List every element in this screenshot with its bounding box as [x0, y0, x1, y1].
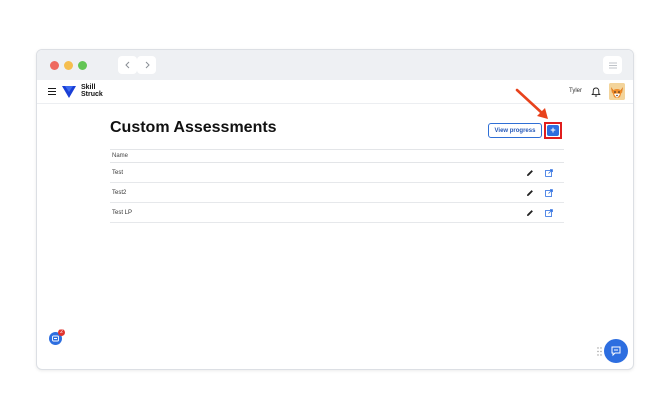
- pencil-icon[interactable]: [526, 169, 534, 177]
- logo-line1: Skill: [81, 84, 96, 91]
- row-name[interactable]: Test2: [112, 190, 126, 196]
- skillstruck-logo-icon: [62, 86, 76, 98]
- back-button[interactable]: [118, 56, 137, 74]
- row-name[interactable]: Test: [112, 170, 123, 176]
- table-row[interactable]: Test: [110, 163, 564, 183]
- browser-menu-button[interactable]: [603, 56, 622, 74]
- table-header-name: Name: [110, 149, 564, 163]
- row-name[interactable]: Test LP: [112, 210, 132, 216]
- chat-button[interactable]: [604, 339, 628, 363]
- avatar[interactable]: [609, 83, 625, 100]
- chevron-left-icon: [124, 61, 129, 69]
- user-name[interactable]: Tyler: [569, 88, 582, 94]
- pencil-icon[interactable]: [526, 189, 534, 197]
- add-button-highlight: +: [544, 122, 562, 139]
- minimize-window-button[interactable]: [64, 61, 73, 70]
- hamburger-icon[interactable]: [48, 88, 56, 96]
- close-window-button[interactable]: [50, 61, 59, 70]
- page-title: Custom Assessments: [110, 119, 277, 136]
- external-link-icon[interactable]: [545, 169, 553, 177]
- external-link-icon[interactable]: [545, 189, 553, 197]
- red-arrow-annotation: [515, 88, 548, 119]
- menu-lines-icon: [608, 62, 617, 68]
- assessments-table: Name Test Test2 Test LP: [110, 149, 564, 223]
- view-progress-button[interactable]: View progress: [488, 123, 542, 138]
- chevron-right-icon: [145, 61, 150, 69]
- browser-chrome: [37, 50, 633, 80]
- bell-icon[interactable]: [590, 86, 602, 98]
- logo-line2: Struck: [81, 91, 103, 98]
- forward-button[interactable]: [137, 56, 156, 74]
- help-widget-button[interactable]: 2: [49, 329, 65, 345]
- chat-icon: [611, 346, 621, 357]
- logo-text: Skill Struck: [81, 84, 103, 98]
- notification-count-badge: 2: [58, 329, 65, 336]
- table-row[interactable]: Test2: [110, 183, 564, 203]
- maximize-window-button[interactable]: [78, 61, 87, 70]
- table-row[interactable]: Test LP: [110, 203, 564, 223]
- drag-handle-icon[interactable]: [597, 347, 602, 356]
- add-assessment-button[interactable]: +: [547, 125, 559, 136]
- fox-avatar-icon: [609, 83, 625, 100]
- external-link-icon[interactable]: [545, 209, 553, 217]
- pencil-icon[interactable]: [526, 209, 534, 217]
